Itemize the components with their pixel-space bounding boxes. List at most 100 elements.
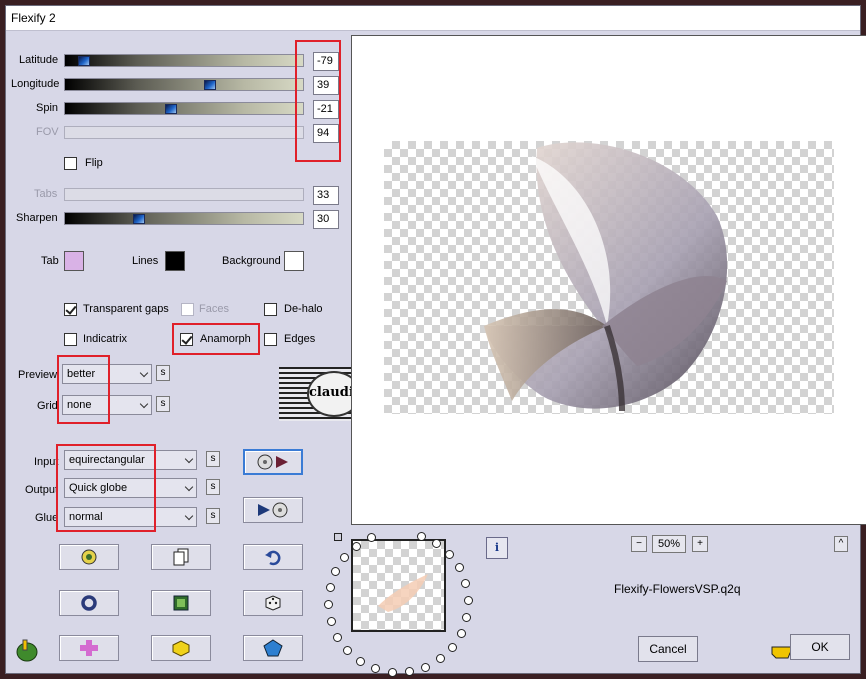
chevron-down-icon [139,368,149,378]
chevron-down-icon [139,399,149,409]
flip-checkbox[interactable] [64,157,77,170]
navigator-dot [435,654,445,664]
navigator-dot [456,628,466,638]
navigator-dot [324,600,334,610]
de-halo-label: De-halo [284,303,323,315]
hand-logo-icon [16,639,38,662]
latitude-slider-thumb[interactable] [78,56,90,66]
longitude-slider[interactable] [64,78,304,91]
zoom-out-button[interactable]: − [631,536,647,552]
lines-color-label: Lines [132,255,159,267]
undo-tool-button[interactable] [243,544,303,570]
faces-label: Faces [199,303,229,315]
navigator-dot [325,583,335,593]
output-label: Output [25,484,59,496]
de-halo-checkbox[interactable] [264,303,277,316]
square-tool-button[interactable] [151,590,211,616]
dice-icon [265,595,281,611]
tabs-slider[interactable] [64,188,304,201]
chevron-down-icon [184,482,194,492]
glue-label: Glue [35,512,59,524]
navigator-dot [404,667,414,677]
latitude-label: Latitude [19,54,59,66]
fov-slider[interactable] [64,126,304,139]
navigator-dot [326,616,336,626]
navigator-dot [340,553,350,563]
process-forward-icon [257,454,288,470]
flip-label: Flip [85,157,103,169]
sharpen-value-input[interactable]: 30 [313,210,339,229]
navigator-thumbnail[interactable] [351,539,446,632]
tab-color-label: Tab [41,255,59,267]
spin-slider[interactable] [64,102,304,115]
yellow-cube-icon [172,640,190,657]
fov-label: FOV [36,126,59,138]
edges-label: Edges [284,333,316,345]
ok-button[interactable]: OK [790,634,850,660]
process-forward-button[interactable] [243,449,303,475]
preview-grid-highlight-box [57,355,110,424]
spin-slider-thumb[interactable] [165,104,177,114]
globe-tool-button[interactable] [59,544,119,570]
pink-cross-icon [80,640,98,656]
cancel-button[interactable]: Cancel [638,636,698,662]
window-title: Flexify 2 [6,6,860,31]
cross-tool-button[interactable] [59,635,119,661]
tabs-value-input[interactable]: 33 [313,186,339,205]
undo-arrow-icon [265,550,281,566]
output-s-button[interactable]: s [206,479,220,495]
navigator-handle[interactable] [334,533,342,541]
cube-tool-button[interactable] [151,635,211,661]
lines-color-swatch[interactable] [165,251,185,271]
navigator-dot [431,539,441,549]
zoom-level-display: 50% [652,535,686,553]
navigator-dot [343,646,353,656]
edges-checkbox[interactable] [264,333,277,346]
tab-color-swatch[interactable] [64,251,84,271]
sharpen-slider-thumb[interactable] [133,214,145,224]
background-color-swatch[interactable] [284,251,304,271]
zoom-in-button[interactable]: + [692,536,708,552]
navigator-dot [356,656,366,666]
process-back-button[interactable] [243,497,303,523]
navigator-dot [447,642,457,652]
navigator-dot [462,612,472,622]
longitude-slider-thumb[interactable] [204,80,216,90]
collapse-button[interactable]: ^ [834,536,848,552]
process-back-icon [258,502,288,518]
transparent-gaps-checkbox[interactable] [64,303,77,316]
navigator-dot [331,567,340,577]
navigator-dot [371,664,381,674]
background-color-label: Background [222,255,281,267]
spin-label: Spin [36,102,59,114]
flexify-preview-image [484,142,728,412]
input-label: Input [34,456,59,468]
navigator-dot [463,595,473,605]
navigator-thumbnail-image [378,574,428,612]
flexify-dialog: Flexify 2 Latitude -79 Longitude 39 Spin… [5,5,866,677]
preview-s-button[interactable]: s [156,365,170,381]
pentagon-tool-button[interactable] [243,635,303,661]
latitude-slider[interactable] [64,54,304,67]
info-icon[interactable]: i [486,537,508,559]
preset-filename: Flexify-FlowersVSP.q2q [614,582,741,596]
faces-checkbox[interactable] [181,303,194,316]
preview-canvas[interactable] [351,35,866,525]
copy-tool-button[interactable] [151,544,211,570]
input-output-glue-highlight-box [56,444,156,532]
ring-tool-button[interactable] [59,590,119,616]
indicatrix-checkbox[interactable] [64,333,77,346]
grid-s-button[interactable]: s [156,396,170,412]
green-square-icon [173,595,189,611]
navigator-dot [387,667,397,677]
sharpen-slider[interactable] [64,212,304,225]
indicatrix-label: Indicatrix [83,333,128,345]
input-s-button[interactable]: s [206,451,220,467]
ring-icon [81,595,97,611]
navigator-dot [420,662,430,672]
navigator-dot [416,531,426,541]
grid-label: Grid [37,400,58,412]
glue-s-button[interactable]: s [206,508,220,524]
navigator-dot [333,632,343,642]
random-tool-button[interactable] [243,590,303,616]
